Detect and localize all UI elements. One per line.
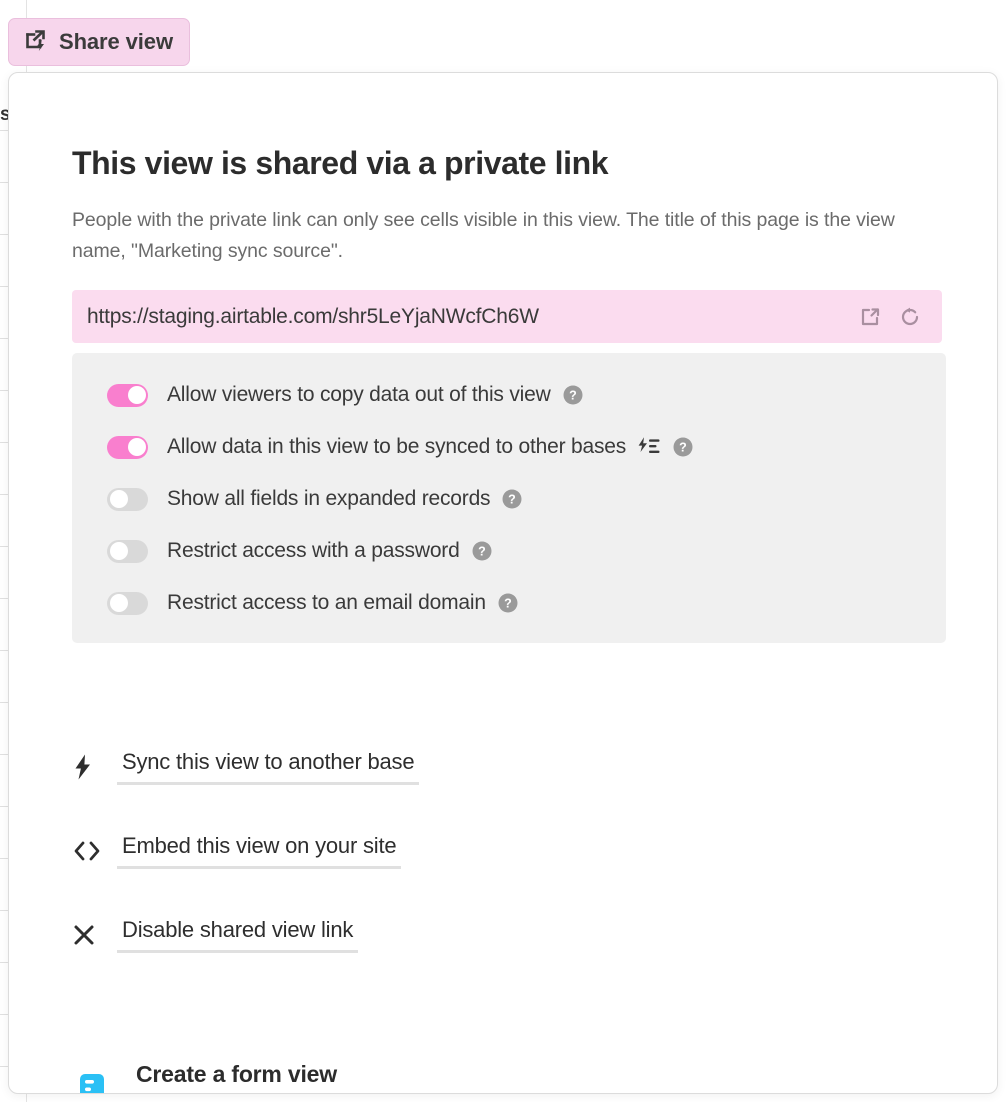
share-url-text: https://staging.airtable.com/shr5LeYjaNW… <box>87 304 539 328</box>
toggle-row-copy-data[interactable]: Allow viewers to copy data out of this v… <box>72 369 946 421</box>
toggle-label-email-domain: Restrict access to an email domain <box>167 591 486 614</box>
dialog-title: This view is shared via a private link <box>72 145 609 181</box>
help-icon[interactable]: ? <box>672 436 694 458</box>
dialog-subtitle: People with the private link can only se… <box>72 209 895 262</box>
toggle-knob <box>127 386 146 404</box>
toggle-row-show-all-fields[interactable]: Show all fields in expanded records ? <box>72 473 946 525</box>
svg-text:?: ? <box>509 493 517 507</box>
toggle-row-password[interactable]: Restrict access with a password ? <box>72 525 946 577</box>
toggle-knob <box>109 542 128 560</box>
toggle-sync-bases[interactable] <box>107 435 148 459</box>
toggle-label-copy-data: Allow viewers to copy data out of this v… <box>167 383 551 406</box>
code-brackets-icon <box>72 838 106 864</box>
share-view-button[interactable]: Share view <box>8 18 190 66</box>
toggle-password[interactable] <box>107 539 148 563</box>
link-sync-label: Sync this view to another base <box>117 749 420 785</box>
share-url-bar[interactable]: https://staging.airtable.com/shr5LeYjaNW… <box>72 290 942 343</box>
svg-text:?: ? <box>478 545 486 559</box>
refresh-icon[interactable] <box>896 303 924 331</box>
toggle-row-email-domain[interactable]: Restrict access to an email domain ? <box>72 577 946 629</box>
link-embed-on-site[interactable]: Embed this view on your site <box>72 833 402 869</box>
svg-text:?: ? <box>679 441 687 455</box>
help-icon[interactable]: ? <box>471 540 493 562</box>
toggle-label-sync-bases: Allow data in this view to be synced to … <box>167 435 627 458</box>
share-view-button-label: Share view <box>59 29 173 54</box>
toggle-knob <box>109 490 128 508</box>
toggle-label-show-all-fields: Show all fields in expanded records <box>167 487 491 510</box>
share-lightning-icon <box>23 27 49 58</box>
help-icon[interactable]: ? <box>501 488 523 510</box>
toggle-copy-data[interactable] <box>107 383 148 407</box>
toggle-show-all-fields[interactable] <box>107 487 148 511</box>
link-disable-shared-view[interactable]: Disable shared view link <box>72 917 359 953</box>
lightning-icon <box>72 753 106 781</box>
external-link-icon[interactable] <box>856 303 884 331</box>
create-form-view-row[interactable]: Create a form view Forms can be sent or … <box>72 1061 952 1093</box>
share-view-dialog: This view is shared via a private link P… <box>8 72 998 1094</box>
create-form-view-title: Create a form view <box>136 1061 337 1087</box>
toggle-label-password: Restrict access with a password <box>167 539 460 562</box>
toggle-knob <box>127 438 146 456</box>
link-disable-label: Disable shared view link <box>117 917 359 953</box>
toggle-knob <box>109 594 128 612</box>
link-sync-to-another-base[interactable]: Sync this view to another base <box>72 749 420 785</box>
form-view-icon <box>72 1070 112 1093</box>
toggle-row-sync-bases[interactable]: Allow data in this view to be synced to … <box>72 421 946 473</box>
link-embed-label: Embed this view on your site <box>117 833 402 869</box>
toggle-email-domain[interactable] <box>107 591 148 615</box>
help-icon[interactable]: ? <box>562 384 584 406</box>
close-x-icon <box>72 922 106 948</box>
svg-text:?: ? <box>569 389 577 403</box>
help-icon[interactable]: ? <box>497 592 519 614</box>
share-settings-panel: Allow viewers to copy data out of this v… <box>72 353 946 643</box>
sync-lightning-icon <box>637 436 661 458</box>
svg-text:?: ? <box>504 597 512 611</box>
